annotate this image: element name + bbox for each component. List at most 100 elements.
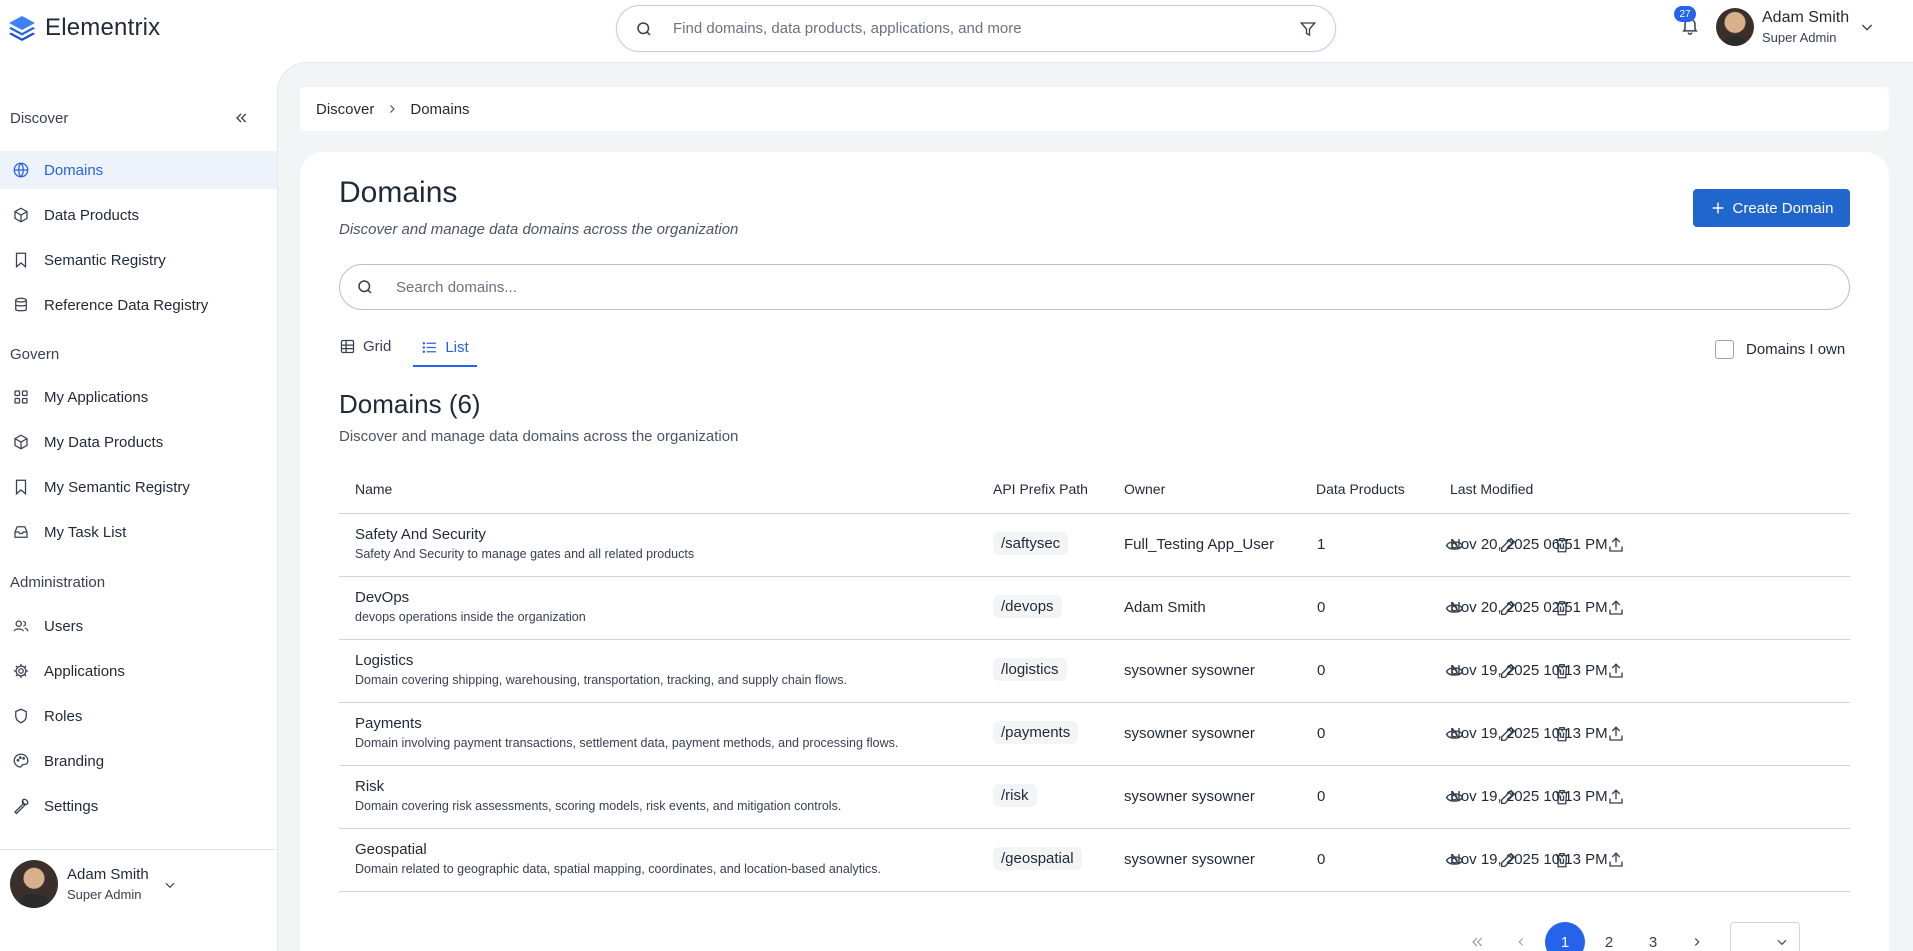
edit-button[interactable] [1497,534,1519,556]
top-bar: Elementrix Find domains, data products, … [0,0,1913,60]
sidebar-item-label: My Task List [44,523,127,541]
first-page-button[interactable] [1455,934,1499,950]
create-domain-button[interactable]: Create Domain [1693,189,1850,227]
view-button[interactable] [1443,660,1465,682]
view-toggle: Grid List [339,334,477,367]
export-button[interactable] [1605,849,1627,871]
domain-owner: sysowner sysowner [1124,725,1255,742]
eye-icon [1445,662,1464,681]
export-button[interactable] [1605,534,1627,556]
user-name: Adam Smith [67,866,149,883]
view-button[interactable] [1443,534,1465,556]
page-size-select[interactable] [1730,922,1800,951]
data-products-count: 1 [1317,536,1326,553]
sidebar-item-domains[interactable]: Domains [0,151,277,189]
sidebar-item-data-products[interactable]: Data Products [0,196,277,234]
domains-i-own-checkbox[interactable] [1715,340,1734,359]
view-button[interactable] [1443,723,1465,745]
sidebar-item-roles[interactable]: Roles [0,697,277,735]
trash-icon [1553,536,1571,554]
delete-button[interactable] [1551,723,1573,745]
export-button[interactable] [1605,597,1627,619]
edit-button[interactable] [1497,660,1519,682]
user-name: Adam Smith [1762,9,1850,26]
sidebar-item-users[interactable]: Users [0,607,277,645]
user-menu[interactable]: Adam Smith Super Admin [1716,8,1875,46]
table-row[interactable]: Safety And Security Safety And Security … [339,514,1850,577]
user-role: Super Admin [1762,30,1837,45]
export-button[interactable] [1605,786,1627,808]
previous-page-button[interactable] [1499,935,1543,949]
sidebar-item-my-data-products[interactable]: My Data Products [0,423,277,461]
domain-name[interactable]: Logistics [355,652,847,669]
edit-button[interactable] [1497,849,1519,871]
sidebar-item-label: Semantic Registry [44,251,166,269]
notifications-button[interactable]: 27 [1674,6,1700,36]
domain-name[interactable]: Safety And Security [355,526,694,543]
column-header-last-modified[interactable]: Last Modified [1450,481,1533,497]
delete-button[interactable] [1551,786,1573,808]
table-row[interactable]: Geospatial Domain related to geographic … [339,829,1850,892]
edit-button[interactable] [1497,786,1519,808]
export-button[interactable] [1605,723,1627,745]
delete-button[interactable] [1551,534,1573,556]
domain-owner: sysowner sysowner [1124,662,1255,679]
sidebar-user-menu[interactable]: Adam Smith Super Admin [10,860,177,908]
page-button-2[interactable]: 2 [1587,934,1631,951]
create-domain-label: Create Domain [1732,199,1834,217]
export-button[interactable] [1605,660,1627,682]
domain-name[interactable]: Geospatial [355,841,881,858]
breadcrumb-discover[interactable]: Discover [316,101,374,118]
table-row[interactable]: Logistics Domain covering shipping, ware… [339,640,1850,703]
tab-list-view[interactable]: List [413,335,477,367]
column-header-owner[interactable]: Owner [1124,481,1165,497]
upload-icon [1607,599,1625,617]
tab-grid-view[interactable]: Grid [339,334,397,364]
delete-button[interactable] [1551,849,1573,871]
delete-button[interactable] [1551,660,1573,682]
sidebar-item-branding[interactable]: Branding [0,742,277,780]
next-page-button[interactable] [1675,935,1719,949]
view-button[interactable] [1443,849,1465,871]
domain-name[interactable]: DevOps [355,589,586,606]
table-row[interactable]: Risk Domain covering risk assessments, s… [339,766,1850,829]
sidebar-item-semantic-registry[interactable]: Semantic Registry [0,241,277,279]
domain-name[interactable]: Risk [355,778,841,795]
sidebar-item-label: Applications [44,662,125,680]
column-header-data-products[interactable]: Data Products [1316,481,1405,497]
delete-button[interactable] [1551,597,1573,619]
pencil-icon [1499,536,1517,554]
tab-list-label: List [445,338,469,356]
table-row[interactable]: DevOps devops operations inside the orga… [339,577,1850,640]
sidebar: Discover Domains Data Products Semantic … [0,60,277,951]
domains-i-own-filter[interactable]: Domains I own [1715,340,1845,359]
cube-icon [11,432,31,452]
sidebar-item-applications[interactable]: Applications [0,652,277,690]
chevron-left-icon [1514,935,1528,949]
edit-button[interactable] [1497,597,1519,619]
global-search-input[interactable]: Find domains, data products, application… [616,5,1336,52]
api-prefix-tag: /geospatial [993,847,1082,870]
sidebar-item-my-applications[interactable]: My Applications [0,378,277,416]
database-icon [11,295,31,315]
view-button[interactable] [1443,786,1465,808]
api-prefix-tag: /saftysec [993,532,1069,555]
collapse-sidebar-icon[interactable] [233,110,249,126]
sidebar-item-my-task-list[interactable]: My Task List [0,513,277,551]
table-row[interactable]: Payments Domain involving payment transa… [339,703,1850,766]
domain-name[interactable]: Payments [355,715,898,732]
edit-button[interactable] [1497,723,1519,745]
sidebar-item-settings[interactable]: Settings [0,787,277,825]
column-header-name[interactable]: Name [355,481,392,497]
column-header-api-prefix[interactable]: API Prefix Path [993,481,1088,497]
filter-icon[interactable] [1299,20,1317,38]
sidebar-item-reference-data-registry[interactable]: Reference Data Registry [0,286,277,324]
page-button-1[interactable]: 1 [1545,922,1585,951]
domain-search-input[interactable]: Search domains... [339,264,1850,310]
page-button-3[interactable]: 3 [1631,934,1675,951]
app-logo[interactable]: Elementrix [6,12,160,44]
sidebar-item-my-semantic-registry[interactable]: My Semantic Registry [0,468,277,506]
eye-icon [1445,536,1464,555]
last-modified: Nov 20, 2025 02:51 PM [1450,599,1608,616]
view-button[interactable] [1443,597,1465,619]
